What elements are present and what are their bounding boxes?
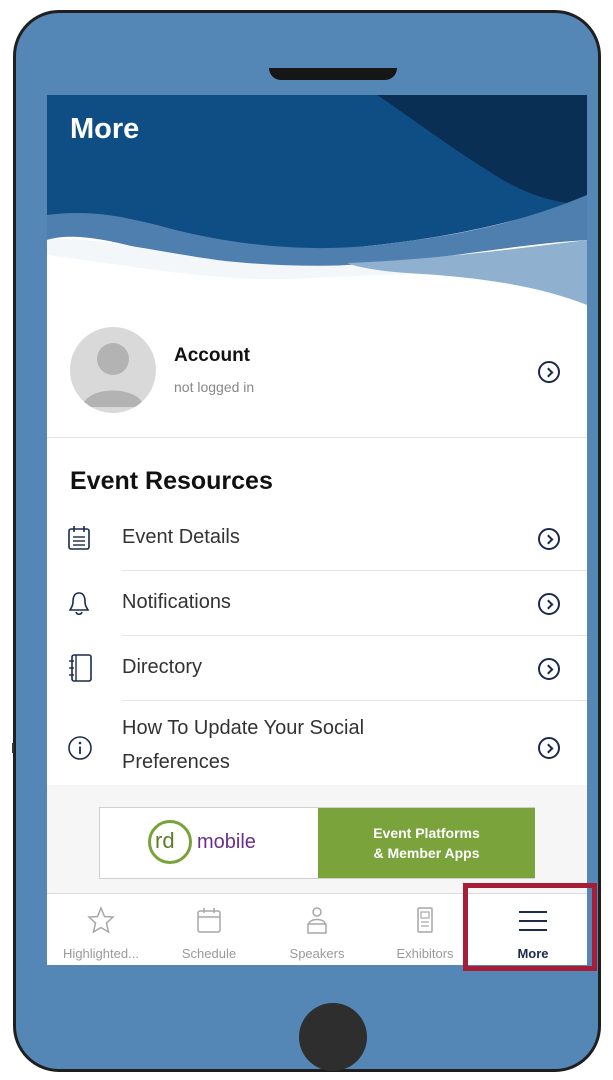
tab-speakers[interactable]: Speakers bbox=[263, 894, 371, 965]
logo-rd-text: rd bbox=[155, 828, 175, 853]
header: More bbox=[47, 95, 587, 305]
divider bbox=[122, 635, 587, 636]
chevron-right-icon[interactable] bbox=[538, 658, 560, 680]
list-item-social-preferences[interactable]: How To Update Your Social Preferences bbox=[47, 713, 587, 785]
book-icon bbox=[67, 653, 93, 688]
avatar-icon bbox=[70, 327, 156, 413]
list-item-event-details[interactable]: Event Details bbox=[47, 520, 587, 570]
banner-cta: Event Platforms & Member Apps bbox=[318, 808, 535, 878]
info-icon bbox=[67, 735, 93, 766]
item-label-line1: How To Update Your Social bbox=[122, 717, 365, 739]
divider bbox=[47, 437, 587, 438]
item-label-line2: Preferences bbox=[122, 751, 230, 773]
phone-speaker bbox=[269, 68, 397, 80]
chevron-right-icon[interactable] bbox=[538, 737, 560, 759]
calendar-icon bbox=[67, 525, 91, 556]
list-item-notifications[interactable]: Notifications bbox=[47, 585, 587, 635]
list-item-directory[interactable]: Directory bbox=[47, 650, 587, 700]
app-screen: More Account not logged in Event Resourc… bbox=[47, 95, 587, 965]
item-label: Event Details bbox=[122, 526, 240, 548]
booth-icon bbox=[415, 906, 435, 941]
tab-label: Highlighted... bbox=[63, 946, 139, 961]
account-row[interactable]: Account not logged in bbox=[47, 313, 587, 435]
bell-icon bbox=[67, 590, 91, 621]
person-icon bbox=[304, 906, 330, 941]
chevron-right-icon[interactable] bbox=[538, 361, 560, 383]
banner-line2: & Member Apps bbox=[373, 845, 480, 861]
highlight-box-more-tab bbox=[463, 883, 597, 971]
section-title-event-resources: Event Resources bbox=[70, 467, 273, 495]
side-mark bbox=[12, 743, 14, 753]
account-status: not logged in bbox=[174, 379, 255, 395]
calendar-icon bbox=[196, 906, 222, 939]
chevron-right-icon[interactable] bbox=[538, 593, 560, 615]
tab-highlighted[interactable]: Highlighted... bbox=[47, 894, 155, 965]
star-icon bbox=[87, 906, 115, 939]
tab-schedule[interactable]: Schedule bbox=[155, 894, 263, 965]
tab-label: Schedule bbox=[181, 946, 237, 961]
item-label: Directory bbox=[122, 656, 203, 678]
tab-label: Speakers bbox=[289, 946, 345, 961]
page-title: More bbox=[70, 113, 140, 145]
chevron-right-icon[interactable] bbox=[538, 528, 560, 550]
banner-line1: Event Platforms bbox=[373, 825, 480, 841]
account-title: Account bbox=[174, 345, 250, 366]
home-button[interactable] bbox=[299, 1003, 367, 1071]
item-label: Notifications bbox=[122, 591, 231, 613]
divider bbox=[122, 700, 587, 701]
promo-banner[interactable]: rd mobile Event Platforms & Member Apps bbox=[99, 807, 535, 879]
divider bbox=[122, 570, 587, 571]
logo-mobile-text: mobile bbox=[197, 831, 256, 853]
